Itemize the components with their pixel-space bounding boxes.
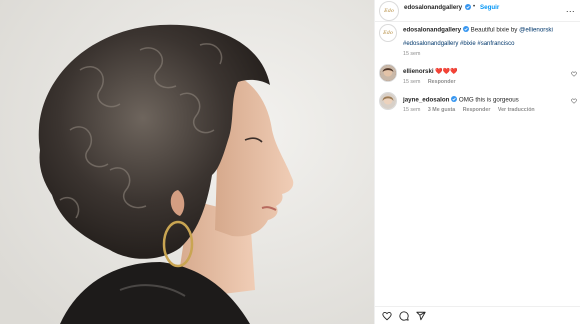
comment-reply-button[interactable]: Responder [463, 107, 491, 113]
comment-time: 15 sem [403, 107, 421, 113]
caption-avatar[interactable]: Edo [379, 24, 397, 42]
comment-meta: 15 sem 3 Me gusta Responder Ver traducci… [403, 107, 541, 113]
caption-hashtags[interactable]: #edosalonandgallery #bixie #sanfrancisco [403, 41, 514, 47]
author-avatar[interactable]: Edo [379, 1, 399, 21]
post-header: Edo edosalonandgallery • Seguir ... [375, 0, 580, 22]
caption-text: Beautiful bixie by [470, 26, 520, 34]
heart-icon[interactable] [571, 98, 577, 104]
post-photo[interactable] [0, 0, 374, 324]
more-icon[interactable]: ... [566, 5, 575, 14]
caption-mention[interactable]: @ellienorski [519, 27, 553, 34]
caption-meta: 15 sem [403, 51, 426, 57]
post-action-bar [375, 306, 580, 324]
comment-translate-button[interactable]: Ver traducción [498, 107, 535, 113]
verified-icon [465, 4, 471, 10]
comment-avatar[interactable] [379, 92, 397, 110]
comment: jayne_edosalon OMG this is gorgeous [403, 96, 519, 104]
post-side-panel: Edo edosalonandgallery • Seguir ... Edo … [374, 0, 580, 324]
caption-avatar-logo-text: Edo [383, 30, 393, 36]
heart-icon[interactable] [382, 311, 392, 321]
comment-reply-button[interactable]: Responder [428, 79, 456, 85]
comment-likes[interactable]: 3 Me gusta [428, 107, 455, 113]
avatar-photo [380, 93, 396, 109]
caption-username[interactable]: edosalonandgallery [403, 27, 461, 34]
post-image-illustration [0, 0, 374, 324]
comment-avatar[interactable] [379, 64, 397, 82]
caption: edosalonandgallery Beautiful bixie by @e… [403, 26, 579, 34]
comment-text: OMG this is gorgeous [458, 96, 519, 104]
share-icon[interactable] [416, 311, 426, 321]
comment-username[interactable]: jayne_edosalon [403, 97, 449, 104]
caption-time: 15 sem [403, 51, 421, 57]
avatar-photo [380, 65, 396, 81]
avatar-logo-text: Edo [384, 8, 394, 14]
verified-icon [462, 26, 469, 32]
comment-icon[interactable] [399, 311, 409, 321]
comment-username[interactable]: ellienorski [403, 68, 434, 75]
comment-text: ❤️❤️❤️ [435, 69, 458, 75]
comment: ellienorski ❤️❤️❤️ [403, 68, 458, 75]
header-separator: • [473, 4, 476, 10]
comment-meta: 15 sem Responder [403, 79, 462, 85]
heart-icon[interactable] [571, 71, 577, 77]
verified-icon [451, 96, 458, 102]
comment-time: 15 sem [403, 79, 421, 85]
author-username[interactable]: edosalonandgallery [404, 4, 462, 11]
follow-button[interactable]: Seguir [480, 4, 499, 11]
